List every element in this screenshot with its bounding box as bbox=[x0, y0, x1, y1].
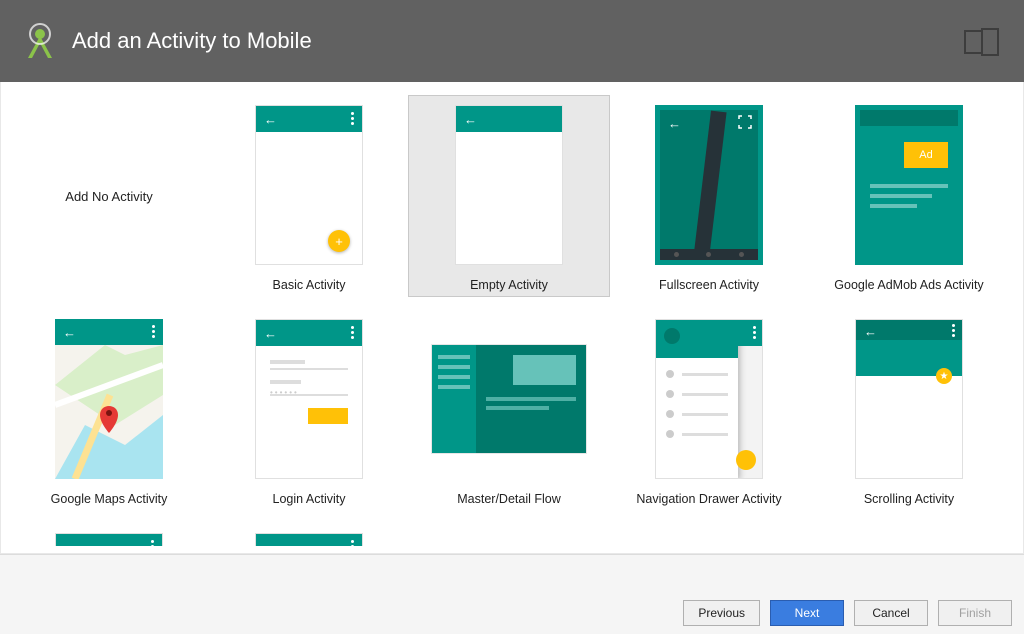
overflow-menu-icon bbox=[152, 325, 155, 338]
activity-thumbnail: Ad bbox=[809, 96, 1009, 274]
activity-template-none[interactable]: Add No Activity bbox=[9, 96, 209, 296]
finish-button[interactable]: Finish bbox=[938, 600, 1012, 626]
wizard-title: Add an Activity to Mobile bbox=[72, 28, 312, 54]
activity-thumbnail: ← bbox=[409, 96, 609, 274]
activity-template-basic[interactable]: ← + Basic Activity bbox=[209, 96, 409, 296]
back-arrow-icon: ← bbox=[668, 116, 681, 131]
back-arrow-icon: ← bbox=[864, 324, 877, 339]
next-button[interactable]: Next bbox=[770, 600, 844, 626]
activity-template-label: Fullscreen Activity bbox=[655, 274, 763, 294]
fab-icon bbox=[736, 450, 756, 470]
activity-thumbnail: ← •••••• bbox=[209, 310, 409, 488]
activity-template-login[interactable]: ← •••••• Login Activity bbox=[209, 310, 409, 510]
back-arrow-icon: ← bbox=[63, 325, 76, 340]
wizard-footer: Previous Next Cancel Finish bbox=[0, 554, 1024, 634]
overflow-menu-icon bbox=[351, 326, 354, 339]
activity-template-label: Navigation Drawer Activity bbox=[632, 488, 785, 508]
activity-template-label: Login Activity bbox=[269, 488, 350, 508]
device-preview-icon bbox=[964, 28, 1000, 61]
activity-gallery: Add No Activity ← + Basic Activity ← Emp… bbox=[0, 82, 1024, 554]
fullscreen-icon bbox=[738, 115, 752, 129]
activity-template-label: Google Maps Activity bbox=[47, 488, 172, 508]
overflow-menu-icon bbox=[952, 324, 955, 337]
cancel-button[interactable]: Cancel bbox=[854, 600, 928, 626]
activity-template-label: Empty Activity bbox=[466, 274, 552, 294]
activity-template-masterdetail[interactable]: Master/Detail Flow bbox=[409, 310, 609, 510]
back-arrow-icon: ← bbox=[264, 326, 277, 341]
activity-template-fullscreen[interactable]: ← Fullscreen Activity bbox=[609, 96, 809, 296]
overflow-menu-icon bbox=[351, 540, 354, 546]
activity-thumbnail: ← bbox=[9, 310, 209, 488]
ad-badge: Ad bbox=[904, 142, 948, 168]
overflow-menu-icon bbox=[351, 112, 354, 125]
activity-template-placeholder[interactable]: ← bbox=[9, 524, 209, 546]
activity-template-label: Scrolling Activity bbox=[860, 488, 958, 508]
activity-thumbnail: ← bbox=[609, 96, 809, 274]
activity-template-navdrawer[interactable]: Navigation Drawer Activity bbox=[609, 310, 809, 510]
back-arrow-icon: ← bbox=[464, 112, 477, 127]
wizard-header: Add an Activity to Mobile bbox=[0, 0, 1024, 82]
activity-thumbnail: ← bbox=[9, 524, 209, 546]
fab-icon: ★ bbox=[936, 368, 952, 384]
fab-icon: + bbox=[328, 230, 350, 252]
activity-template-label: Master/Detail Flow bbox=[453, 488, 565, 508]
activity-thumbnail bbox=[609, 310, 809, 488]
activity-template-empty[interactable]: ← Empty Activity bbox=[409, 96, 609, 296]
activity-thumbnail: ← bbox=[209, 524, 409, 546]
back-arrow-icon: ← bbox=[64, 540, 77, 546]
activity-template-placeholder[interactable]: ← bbox=[209, 524, 409, 546]
android-studio-logo-icon bbox=[20, 21, 60, 61]
activity-template-maps[interactable]: ← Google Maps Activity bbox=[9, 310, 209, 510]
activity-template-scrolling[interactable]: ← ★ Scrolling Activity bbox=[809, 310, 1009, 510]
activity-gallery-viewport[interactable]: Add No Activity ← + Basic Activity ← Emp… bbox=[9, 88, 1015, 546]
activity-thumbnail: ← ★ bbox=[809, 310, 1009, 488]
activity-thumbnail: ← + bbox=[209, 96, 409, 274]
activity-template-label: Google AdMob Ads Activity bbox=[830, 274, 987, 294]
activity-template-admob[interactable]: Ad Google AdMob Ads Activity bbox=[809, 96, 1009, 296]
overflow-menu-icon bbox=[753, 326, 756, 339]
previous-button[interactable]: Previous bbox=[683, 600, 760, 626]
activity-template-label: Basic Activity bbox=[269, 274, 350, 294]
activity-thumbnail bbox=[409, 310, 609, 488]
activity-template-label: Add No Activity bbox=[65, 189, 152, 204]
overflow-menu-icon bbox=[151, 540, 154, 546]
back-arrow-icon: ← bbox=[264, 112, 277, 127]
back-arrow-icon: ← bbox=[264, 540, 277, 546]
